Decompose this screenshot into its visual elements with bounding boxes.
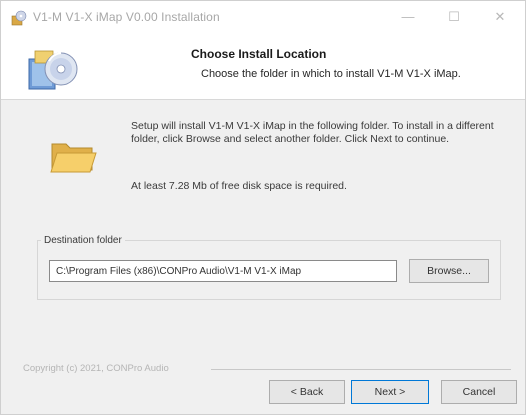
title-bar: V1-M V1-X iMap V0.00 Installation — ☐ ✕ (1, 1, 525, 35)
destination-path-input[interactable] (49, 260, 397, 282)
installer-cd-icon (27, 45, 79, 93)
disk-space-text: At least 7.28 Mb of free disk space is r… (131, 180, 347, 192)
copyright-text: Copyright (c) 2021, CONPro Audio (23, 363, 173, 374)
browse-button[interactable]: Browse... (409, 259, 489, 283)
page-header: Choose Install Location Choose the folde… (1, 35, 525, 100)
window-title: V1-M V1-X iMap V0.00 Installation (33, 10, 220, 24)
back-button[interactable]: < Back (269, 380, 345, 404)
minimize-button[interactable]: — (385, 1, 431, 33)
destination-label: Destination folder (41, 235, 125, 246)
page-subtitle: Choose the folder in which to install V1… (201, 68, 461, 80)
content-panel: Setup will install V1-M V1-X iMap in the… (1, 100, 525, 360)
footer-divider (211, 369, 511, 370)
next-button[interactable]: Next > (351, 380, 429, 404)
close-button[interactable]: ✕ (477, 1, 523, 33)
intro-text: Setup will install V1-M V1-X iMap in the… (131, 120, 494, 145)
installer-window: V1-M V1-X iMap V0.00 Installation — ☐ ✕ … (0, 0, 526, 415)
folder-icon (49, 136, 97, 176)
page-title: Choose Install Location (191, 47, 327, 61)
maximize-button[interactable]: ☐ (431, 1, 477, 33)
footer: Copyright (c) 2021, CONPro Audio < Back … (1, 360, 525, 414)
installer-icon (11, 10, 27, 26)
cancel-button[interactable]: Cancel (441, 380, 517, 404)
